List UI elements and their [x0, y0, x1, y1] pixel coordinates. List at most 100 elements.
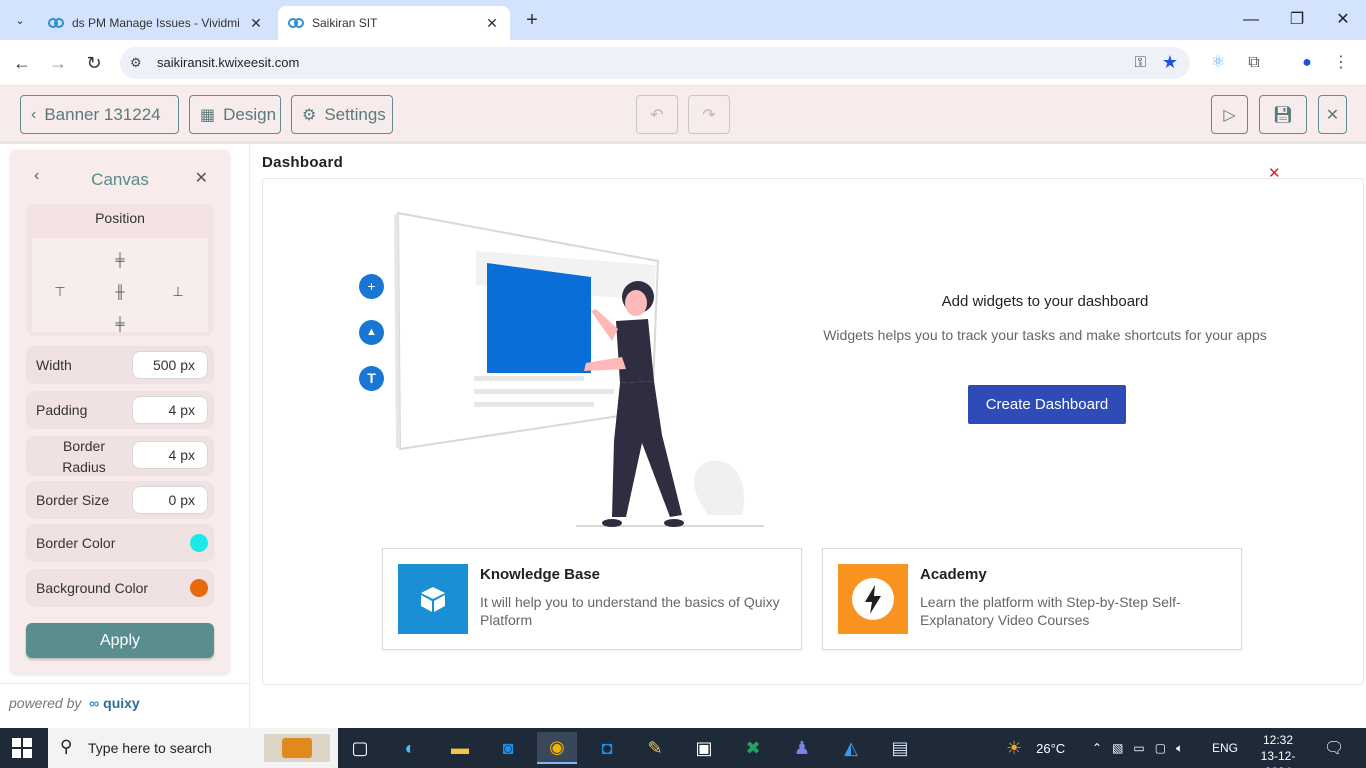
edge-icon[interactable]: ◐ — [390, 732, 430, 764]
tab-search-chevron-icon[interactable]: ⌄ — [8, 8, 32, 32]
apply-button[interactable]: Apply — [26, 623, 214, 658]
reload-icon[interactable]: ↻ — [82, 51, 106, 75]
language-indicator[interactable]: ENG — [1212, 728, 1238, 768]
settings-button[interactable]: ⚙ Settings — [291, 95, 393, 134]
url-text: saikiransit.kwixeesit.com — [157, 55, 300, 70]
padding-input[interactable]: 4 px — [132, 396, 208, 424]
settings-button-label: Settings — [324, 104, 386, 124]
back-to-banner-button[interactable]: ‹ Banner 131224 — [20, 95, 179, 134]
notes-icon[interactable]: ▤ — [880, 732, 920, 764]
powered-by-text: powered by — [9, 695, 82, 711]
dashboard-close-icon[interactable]: ✕ — [1268, 164, 1281, 182]
notifications-icon[interactable]: 🗨︎ — [1324, 728, 1344, 768]
quixy-favicon-icon — [48, 18, 64, 28]
redo-icon: ↷ — [702, 106, 716, 124]
border-size-input[interactable]: 0 px — [132, 486, 208, 514]
photos-icon[interactable]: ◭ — [831, 732, 871, 764]
restore-icon[interactable]: ❐ — [1274, 6, 1320, 34]
bookmark-star-icon[interactable]: ★ — [1162, 52, 1178, 73]
align-bottom-center-icon[interactable]: ╪ — [110, 316, 130, 332]
store-icon[interactable]: ▣ — [684, 732, 724, 764]
background-color-swatch[interactable] — [190, 579, 208, 597]
window-close-icon[interactable]: ✕ — [1320, 6, 1366, 34]
tab-title: Saikiran SIT — [312, 16, 378, 30]
add-widget-plus-icon[interactable]: + — [359, 274, 384, 299]
padding-label: Padding — [36, 402, 88, 418]
gear-icon: ⚙ — [302, 106, 317, 124]
border-radius-row: Border Radius 4 px — [26, 436, 214, 476]
width-input[interactable]: 500 px — [132, 351, 208, 379]
back-arrow-icon[interactable]: ← — [10, 51, 34, 75]
design-button-label: Design — [223, 104, 277, 124]
task-view-icon[interactable]: ▢ — [340, 732, 380, 764]
url-omnibox[interactable]: ⚙ saikiransit.kwixeesit.com ⚿ ★ — [120, 47, 1190, 79]
tab-close-icon[interactable]: ✕ — [484, 15, 500, 32]
volume-icon: 🔈︎ — [1176, 740, 1184, 755]
taskbar-clock[interactable]: 12:32 13-12-2024 — [1248, 732, 1308, 768]
knowledge-base-card[interactable]: Knowledge Base It will help you to under… — [382, 548, 802, 650]
cube-icon-glyph — [421, 587, 445, 612]
app-toolbar: ‹ Banner 131224 ▦ Design ⚙ Settings ↶ ↷ … — [0, 86, 1366, 144]
powered-by: powered by ∞ quixy — [9, 695, 140, 711]
border-color-label: Border Color — [36, 535, 116, 551]
outlook-new-icon[interactable]: ◘ — [587, 732, 627, 764]
border-radius-label: Border Radius — [62, 438, 106, 475]
tray-app-icon: ▧ — [1112, 741, 1124, 755]
tab-ds-pm-manage-issues[interactable]: ds PM Manage Issues - Vividmi ✕ — [38, 6, 274, 40]
quixy-brand-text: quixy — [103, 695, 140, 711]
save-icon: 💾︎ — [1272, 106, 1294, 124]
extensions-puzzle-icon[interactable]: ⧉ — [1243, 52, 1265, 74]
design-button[interactable]: ▦ Design — [189, 95, 281, 134]
align-top-center-icon[interactable]: ╪ — [110, 252, 130, 268]
excel-icon[interactable]: ✖ — [733, 732, 773, 764]
file-explorer-icon[interactable]: ▬ — [440, 732, 480, 764]
windows-taskbar: ⚲ Type here to search ▢ ◐ ▬ ◙ ◉ ◘ ✎ ▣ ✖ … — [0, 728, 1366, 768]
chrome-icon[interactable]: ◉ — [537, 732, 577, 764]
tab-close-icon[interactable]: ✕ — [248, 15, 264, 32]
canvas-properties-panel: ‹ Canvas ✕ Position ╪ ⊤ ╫ ⊥ ╪ Width 500 … — [10, 150, 230, 674]
card-title: Academy — [920, 566, 987, 583]
minimize-icon[interactable]: — — [1228, 6, 1274, 34]
cube-icon — [398, 564, 468, 634]
briefcase-icon — [264, 734, 330, 762]
profile-avatar-icon[interactable]: ● — [1296, 52, 1318, 74]
add-image-icon[interactable]: ▲ — [359, 320, 384, 345]
password-key-icon[interactable]: ⚿ — [1135, 54, 1146, 71]
browser-address-bar: ← → ↻ ⚙ saikiransit.kwixeesit.com ⚿ ★ ⚛ … — [0, 40, 1366, 86]
lightning-icon — [838, 564, 908, 634]
border-radius-input[interactable]: 4 px — [132, 441, 208, 469]
undo-button[interactable]: ↶ — [636, 95, 678, 134]
position-label: Position — [95, 210, 145, 226]
teams-icon[interactable]: ♟ — [782, 732, 822, 764]
tray-icons[interactable]: ⌃ ▧ ▭ ▢ 🔈︎ — [1092, 728, 1183, 768]
border-color-swatch[interactable] — [190, 534, 208, 552]
tab-saikiran-sit[interactable]: Saikiran SIT ✕ — [278, 6, 510, 40]
preview-play-button[interactable]: ▷ — [1211, 95, 1248, 134]
align-right-icon[interactable]: ⊥ — [168, 284, 188, 300]
paint-icon[interactable]: ✎ — [635, 732, 675, 764]
add-text-icon[interactable]: T — [359, 366, 384, 391]
academy-card[interactable]: Academy Learn the platform with Step-by-… — [822, 548, 1242, 650]
browser-menu-icon[interactable]: ⋮ — [1330, 52, 1352, 74]
network-icon: ▢ — [1154, 741, 1167, 755]
taskbar-search-box[interactable]: ⚲ Type here to search — [48, 728, 338, 768]
close-editor-button[interactable]: ✕ — [1318, 95, 1347, 134]
forward-arrow-icon[interactable]: → — [46, 51, 70, 75]
react-devtools-icon[interactable]: ⚛ — [1207, 52, 1229, 74]
lightning-icon-glyph — [852, 578, 894, 620]
tab-title: ds PM Manage Issues - Vividmi — [72, 16, 240, 30]
panel-close-icon[interactable]: ✕ — [195, 168, 208, 188]
new-tab-plus-icon[interactable]: + — [520, 8, 544, 32]
back-button-label: Banner 131224 — [44, 104, 161, 124]
site-settings-icon[interactable]: ⚙ — [130, 55, 142, 71]
align-center-icon[interactable]: ╫ — [110, 284, 130, 300]
weather-sun-icon: ☀ — [1006, 737, 1023, 758]
windows-start-icon[interactable] — [12, 738, 32, 758]
position-grid: ╪ ⊤ ╫ ⊥ ╪ — [32, 238, 208, 332]
outlook-icon[interactable]: ◙ — [488, 732, 528, 764]
align-left-icon[interactable]: ⊤ — [50, 284, 70, 300]
weather-widget[interactable]: ☀ 26°C — [1006, 728, 1065, 768]
save-button[interactable]: 💾︎ — [1259, 95, 1307, 134]
create-dashboard-button[interactable]: Create Dashboard — [968, 385, 1126, 424]
redo-button[interactable]: ↷ — [688, 95, 730, 134]
